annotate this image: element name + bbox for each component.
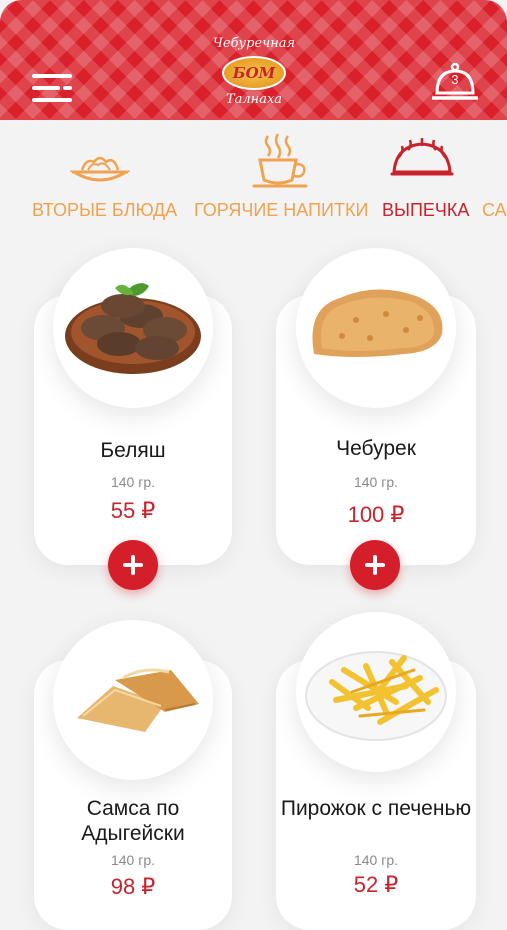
tab-label: ВЫПЕЧКА (382, 200, 470, 220)
tab-label: СА (482, 200, 507, 220)
tab-second-courses[interactable]: ВТОРЫЕ БЛЮДА (32, 128, 177, 228)
product-weight: 140 гр. (110, 852, 156, 868)
tab-label: ГОРЯЧИЕ НАПИТКИ (194, 200, 369, 220)
add-to-cart-button[interactable] (350, 540, 400, 590)
product-weight: 140 гр. (353, 852, 399, 868)
samsa-image (77, 668, 199, 732)
tab-hot-drinks[interactable]: ГОРЯЧИЕ НАПИТКИ (194, 128, 368, 228)
cart-count-badge: 3 (451, 72, 459, 87)
logo-top-text: Чебуречная (212, 36, 296, 51)
meat-patties-image (65, 283, 201, 374)
logo-emblem: БОМ (222, 56, 286, 90)
tab-next[interactable]: СА (482, 128, 507, 228)
coffee-cup-icon (252, 133, 308, 188)
product-price: 52 ₽ (353, 872, 399, 897)
menu-icon[interactable] (32, 74, 72, 102)
tab-label: ВТОРЫЕ БЛЮДА (32, 200, 178, 220)
product-price: 55 ₽ (110, 498, 156, 523)
logo: Чебуречная БОМ Талнаха (204, 30, 304, 110)
product-weight: 140 гр. (110, 474, 156, 490)
product-weight: 140 гр. (353, 474, 399, 490)
logo-center-text: БОМ (232, 64, 276, 82)
add-to-cart-button[interactable] (108, 540, 158, 590)
product-price: 100 ₽ (347, 502, 405, 527)
product-name: Самса по Адыгейски (81, 797, 185, 845)
noodle-plate-icon (70, 156, 130, 182)
header-bar: Чебуречная БОМ Талнаха 3 (0, 0, 507, 120)
product-image (53, 248, 213, 408)
product-image (296, 612, 456, 772)
product-name: Чебурек (336, 437, 416, 460)
pastry-icon (390, 138, 454, 176)
tab-pastry[interactable]: ВЫПЕЧКА (382, 128, 472, 228)
product-name: Беляш (100, 439, 166, 462)
cheburek-image (312, 289, 443, 357)
logo-bottom-text: Талнаха (225, 92, 283, 107)
category-tabs: ВТОРЫЕ БЛЮДА ГОРЯЧИЕ НАПИТКИ ВЫПЕЧКА СА (0, 128, 507, 228)
product-name: Пирожок с печенью (280, 797, 472, 820)
product-image (296, 248, 456, 408)
product-price: 98 ₽ (110, 874, 156, 899)
cart-button[interactable]: 3 (431, 62, 479, 102)
product-image (53, 620, 213, 780)
french-fries-image (305, 651, 447, 741)
